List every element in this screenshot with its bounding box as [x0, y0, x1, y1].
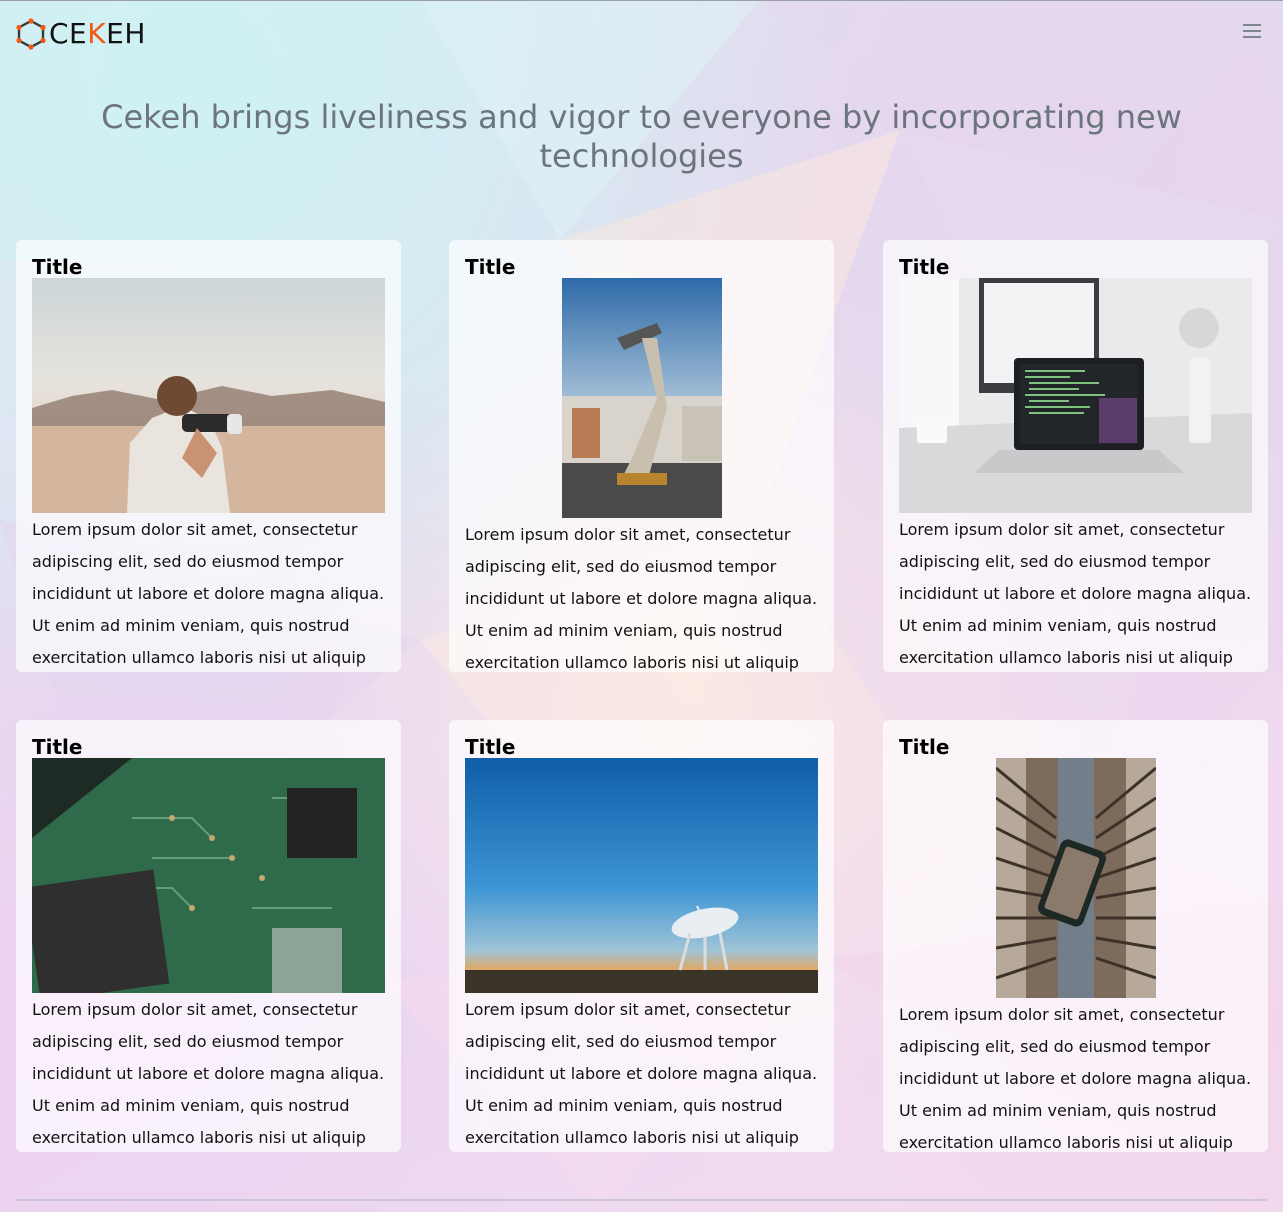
- card-title: Title: [32, 735, 83, 759]
- brand-name: CEKEH: [49, 18, 146, 50]
- card-text: Lorem ipsum dolor sit amet, consectetur …: [899, 520, 1252, 667]
- card-title: Title: [465, 255, 516, 279]
- feature-card: Title Lorem ipsum dolor sit amet, consec…: [16, 240, 401, 672]
- feature-card: Title Lorem ipsum dolor sit amet, consec…: [883, 240, 1268, 672]
- brand-logo[interactable]: CEKEH: [16, 18, 146, 50]
- site-header: CEKEH: [16, 16, 1267, 52]
- card-title: Title: [899, 255, 950, 279]
- card-image-circuit-board: [32, 758, 385, 993]
- brand-name-accent: K: [87, 17, 107, 50]
- card-text: Lorem ipsum dolor sit amet, consectetur …: [465, 525, 818, 672]
- hero-heading: Cekeh brings liveliness and vigor to eve…: [101, 98, 1182, 175]
- footer-divider: [16, 1199, 1267, 1201]
- hamburger-menu-icon[interactable]: [1243, 24, 1261, 40]
- card-title: Title: [899, 735, 950, 759]
- card-image-photographer: [32, 278, 385, 513]
- card-text: Lorem ipsum dolor sit amet, consectetur …: [465, 1000, 818, 1147]
- brand-name-pre: CE: [49, 17, 88, 50]
- card-image-phone-in-building: [995, 758, 1156, 998]
- card-text: Lorem ipsum dolor sit amet, consectetur …: [899, 1005, 1252, 1152]
- feature-card: Title Lorem ipsum dolor sit amet, consec…: [16, 720, 401, 1152]
- card-image-radio-telescope: [465, 758, 818, 993]
- hexagon-logo-icon: [16, 18, 46, 50]
- card-image-laptop: [899, 278, 1252, 513]
- feature-card: Title Lorem ipsum dolor sit amet, consec…: [449, 720, 834, 1152]
- card-image-telescope-sculpture: [561, 278, 722, 518]
- top-border: [0, 0, 1283, 1]
- card-text: Lorem ipsum dolor sit amet, consectetur …: [32, 1000, 385, 1147]
- brand-name-post: EH: [106, 17, 146, 50]
- card-title: Title: [32, 255, 83, 279]
- feature-card: Title Lorem ipsum dolor sit amet, consec…: [449, 240, 834, 672]
- card-text: Lorem ipsum dolor sit amet, consectetur …: [32, 520, 385, 667]
- card-title: Title: [465, 735, 516, 759]
- feature-card: Title Lorem ipsum dolor sit amet, consec…: [883, 720, 1268, 1152]
